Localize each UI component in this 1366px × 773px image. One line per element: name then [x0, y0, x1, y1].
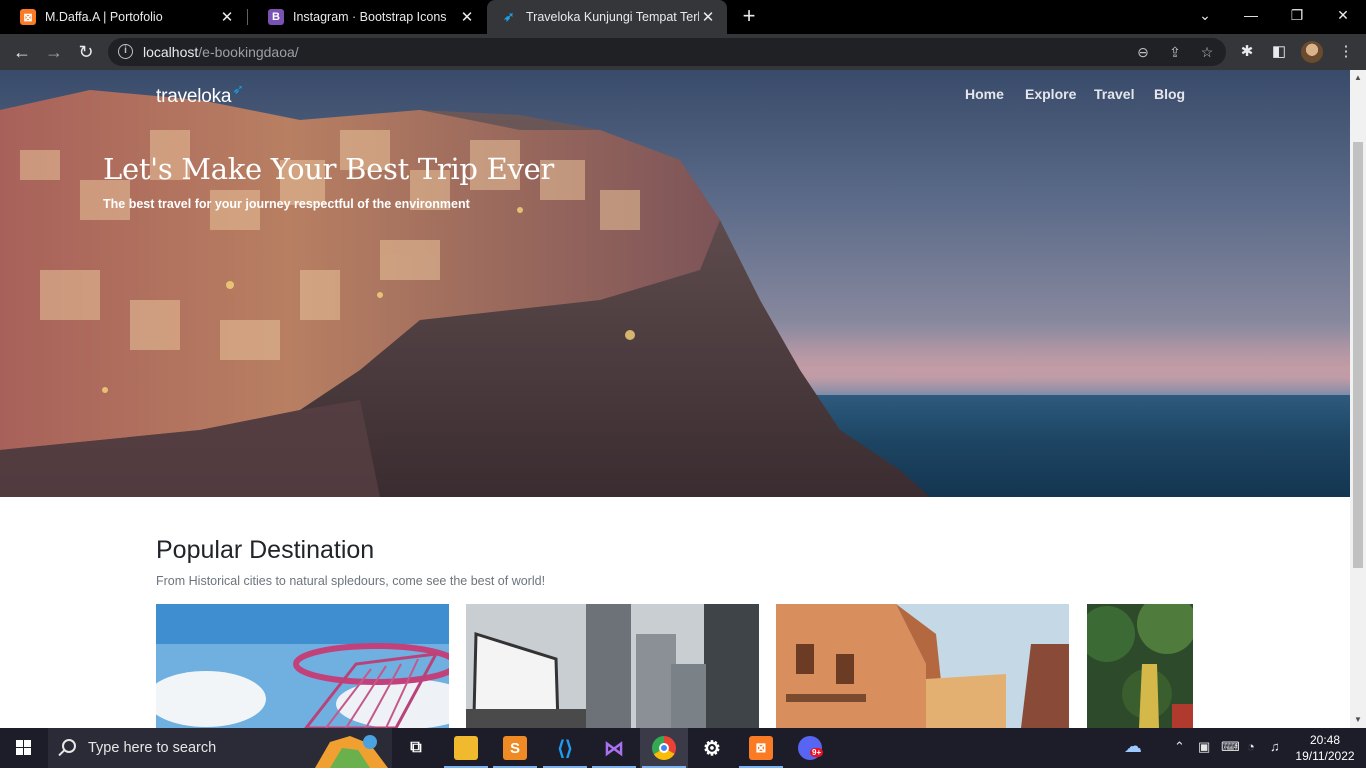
scroll-down-icon[interactable]: ▼ — [1350, 712, 1366, 728]
tab-bar: ⊠ M.Daffa.A | Portofolio ✕ B Instagram ·… — [0, 0, 1366, 34]
clock-time: 20:48 — [1309, 733, 1341, 747]
bookmark-star-icon[interactable]: ☆ — [1198, 43, 1216, 61]
file-explorer-icon[interactable] — [454, 736, 478, 760]
tab-bootstrap-icons[interactable]: B Instagram · Bootstrap Icons ✕ — [248, 0, 486, 34]
hero-subtitle: The best travel for your journey respect… — [103, 197, 470, 211]
jungle-statue-photo — [1087, 604, 1193, 728]
close-icon[interactable]: ✕ — [458, 8, 476, 26]
address-bar[interactable]: i localhost/e-bookingdaoa/ ⊖ ⇪ ☆ — [108, 38, 1226, 66]
windows-logo-icon — [16, 740, 31, 755]
nav-home[interactable]: Home — [965, 86, 1004, 102]
city-billboard-photo — [466, 604, 759, 728]
system-clock[interactable]: 20:48 19/11/2022 — [1290, 732, 1360, 764]
profile-avatar[interactable] — [1301, 41, 1323, 63]
traveloka-logo[interactable]: traveloka➶ — [156, 81, 244, 108]
singapore-gardens-photo — [156, 604, 449, 728]
scroll-up-icon[interactable]: ▲ — [1350, 70, 1366, 86]
visual-studio-icon[interactable]: ⋈ — [602, 736, 626, 760]
chrome-icon[interactable] — [652, 736, 676, 760]
traveloka-icon: ➶ — [503, 9, 515, 24]
hero-section: traveloka➶ Home Explore Travel Blog Let'… — [0, 70, 1350, 497]
task-view-icon[interactable]: ⧉ — [404, 736, 428, 760]
bootstrap-icon: B — [268, 9, 284, 25]
show-hidden-icons-icon[interactable]: ⌃ — [1174, 739, 1185, 755]
reload-button[interactable]: ↻ — [74, 40, 98, 64]
nav-blog[interactable]: Blog — [1154, 86, 1185, 102]
menu-icon[interactable]: ⋮ — [1336, 42, 1356, 62]
tab-search-icon[interactable]: ⌄ — [1182, 0, 1228, 34]
logo-text: traveloka — [156, 86, 232, 107]
page-viewport: traveloka➶ Home Explore Travel Blog Let'… — [0, 70, 1350, 728]
side-panel-icon[interactable]: ◧ — [1269, 42, 1289, 62]
zoom-icon[interactable]: ⊖ — [1134, 43, 1152, 61]
search-placeholder: Type here to search — [88, 740, 217, 756]
tab-title: M.Daffa.A | Portofolio — [45, 10, 163, 24]
volume-icon[interactable]: ♫ — [1270, 739, 1280, 754]
windows-taskbar: Type here to search ⧉ S ⟨⟩ ⋈ ⚙ ⊠ 9+ ☁ ⌃ … — [0, 728, 1366, 768]
tab-title: Instagram · Bootstrap Icons — [293, 10, 447, 24]
traveloka-bird-icon: ➶ — [232, 81, 244, 97]
clock-date: 19/11/2022 — [1295, 749, 1355, 763]
back-button[interactable]: ← — [10, 40, 34, 64]
destination-card[interactable] — [466, 604, 759, 728]
discord-icon[interactable]: 9+ — [798, 736, 824, 760]
cliff-village-image — [0, 90, 930, 497]
destination-card[interactable] — [776, 604, 1069, 728]
browser-toolbar: ← → ↻ i localhost/e-bookingdaoa/ ⊖ ⇪ ☆ ✱… — [0, 34, 1366, 70]
close-window-button[interactable]: ✕ — [1320, 0, 1366, 34]
xampp-icon[interactable]: ⊠ — [749, 736, 773, 760]
scrollbar-thumb[interactable] — [1353, 142, 1363, 568]
tab-traveloka[interactable]: ➶ Traveloka Kunjungi Tempat Terbu ✕ — [487, 0, 727, 34]
start-button[interactable] — [0, 728, 48, 768]
vscode-icon[interactable]: ⟨⟩ — [553, 736, 577, 760]
new-tab-button[interactable]: + — [737, 4, 761, 30]
extensions-icon[interactable]: ✱ — [1237, 42, 1257, 62]
wifi-icon[interactable]: ◔ — [1247, 739, 1255, 754]
search-icon — [62, 739, 76, 753]
url-text[interactable]: localhost/e-bookingdaoa/ — [143, 44, 299, 60]
section-subtitle: From Historical cities to natural spledo… — [156, 574, 546, 588]
close-icon[interactable]: ✕ — [699, 8, 717, 26]
italian-houses-photo — [776, 604, 1069, 728]
url-path: /e-bookingdaoa/ — [198, 44, 299, 60]
nav-travel[interactable]: Travel — [1094, 86, 1134, 102]
weather-icon[interactable]: ☁ — [1124, 736, 1142, 757]
sublime-text-icon[interactable]: S — [503, 736, 527, 760]
meet-now-icon[interactable]: ▣ — [1198, 739, 1210, 755]
xampp-icon: ⊠ — [20, 9, 36, 25]
settings-icon[interactable]: ⚙ — [700, 736, 724, 760]
taskbar-search[interactable]: Type here to search — [48, 728, 392, 768]
close-icon[interactable]: ✕ — [218, 8, 236, 26]
tab-title: Traveloka Kunjungi Tempat Terbu — [526, 10, 699, 24]
page-scrollbar[interactable]: ▲ ▼ — [1350, 70, 1366, 728]
destination-card[interactable] — [156, 604, 449, 728]
site-info-icon[interactable]: i — [118, 44, 133, 59]
tab-portfolio[interactable]: ⊠ M.Daffa.A | Portofolio ✕ — [0, 0, 246, 34]
destination-card[interactable] — [1087, 604, 1193, 728]
discord-badge: 9+ — [810, 748, 824, 757]
minimize-button[interactable]: — — [1228, 0, 1274, 34]
input-method-icon[interactable]: ⌨ — [1221, 739, 1240, 755]
section-title: Popular Destination — [156, 536, 375, 564]
hero-title: Let's Make Your Best Trip Ever — [103, 152, 554, 186]
share-icon[interactable]: ⇪ — [1166, 43, 1184, 61]
url-host: localhost — [143, 44, 199, 60]
restore-button[interactable]: ❐ — [1274, 0, 1320, 34]
nav-explore[interactable]: Explore — [1025, 86, 1076, 102]
search-highlight-illustration — [315, 735, 388, 768]
forward-button[interactable]: → — [42, 40, 66, 64]
